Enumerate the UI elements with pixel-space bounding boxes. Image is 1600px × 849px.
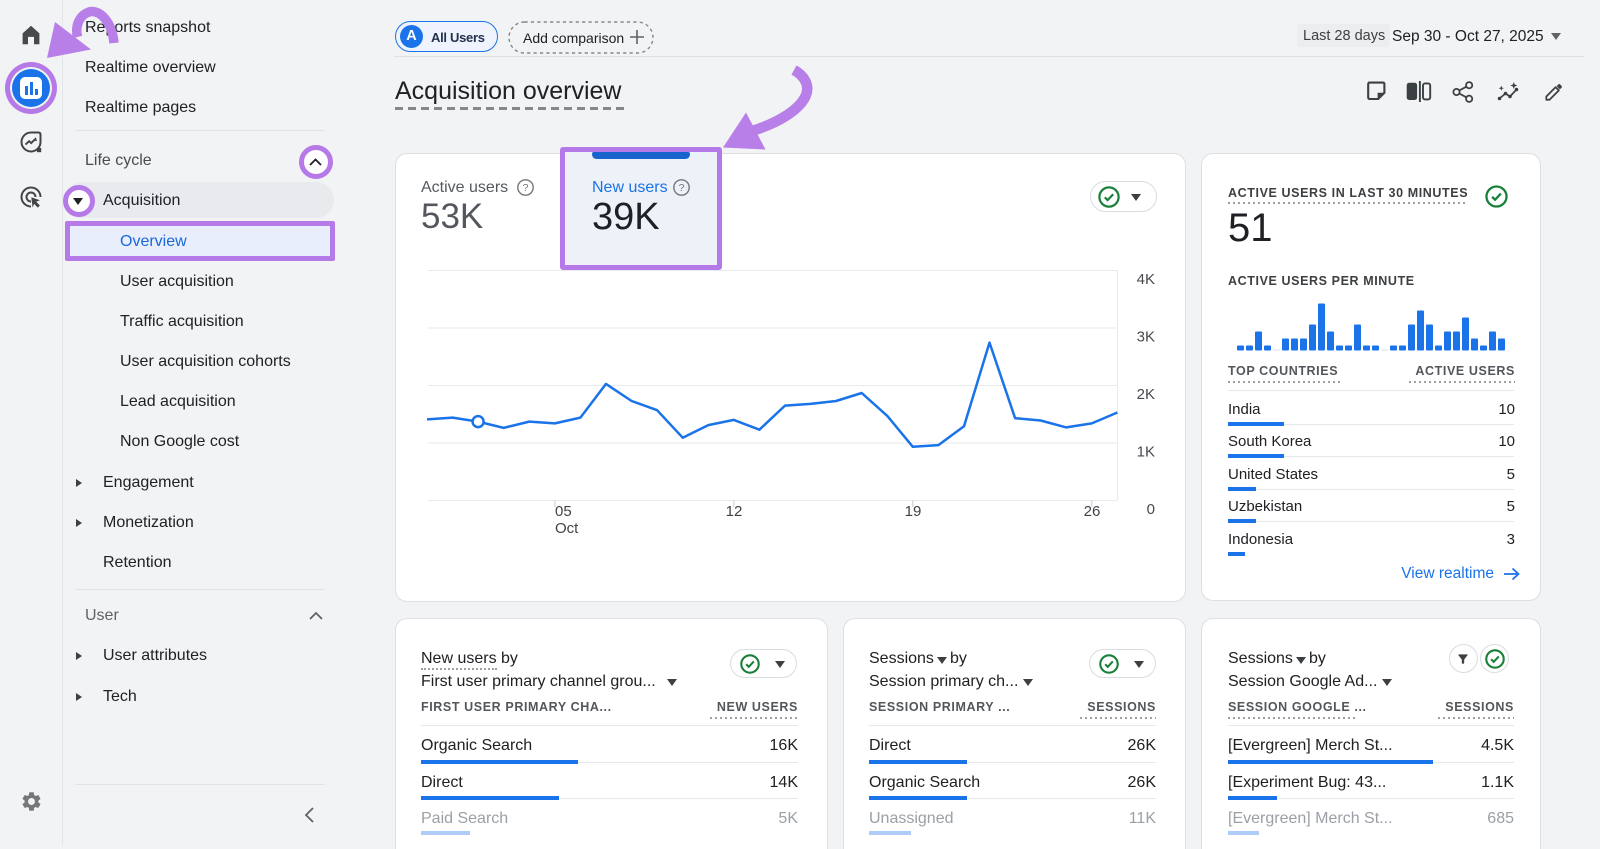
svg-text:4K: 4K <box>1137 271 1155 288</box>
svg-text:Oct: Oct <box>555 520 579 537</box>
svg-text:12: 12 <box>726 503 743 520</box>
svg-text:05: 05 <box>555 503 572 520</box>
svg-text:19: 19 <box>905 503 922 520</box>
svg-text:0: 0 <box>1147 501 1155 518</box>
svg-text:1K: 1K <box>1137 444 1155 461</box>
svg-text:26: 26 <box>1084 503 1101 520</box>
svg-text:3K: 3K <box>1137 329 1155 346</box>
svg-text:2K: 2K <box>1137 386 1155 403</box>
svg-text:?: ? <box>523 182 529 194</box>
